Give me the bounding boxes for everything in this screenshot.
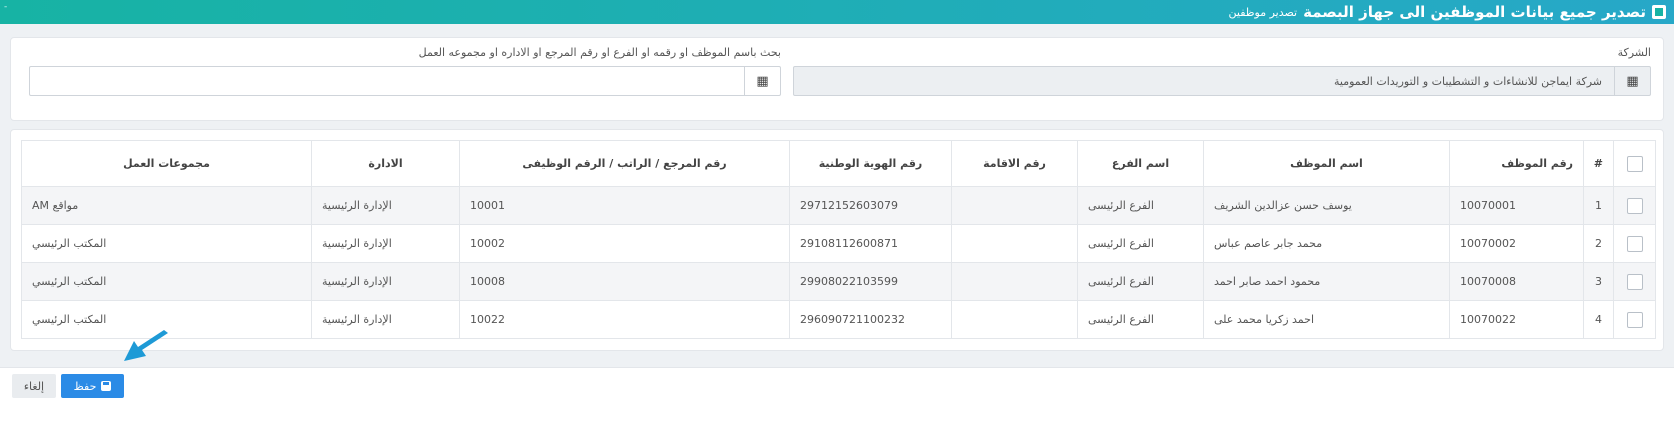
employee-name: محمود احمد صابر احمد (1203, 262, 1450, 301)
branch-name: الفرع الرئيسى (1077, 186, 1204, 225)
residence-number (951, 186, 1078, 225)
employee-id: 10070001 (1449, 186, 1584, 225)
form-footer: حفظ إلغاء (0, 367, 1674, 428)
save-icon (101, 381, 112, 391)
save-button-label: حفظ (73, 379, 97, 393)
document-icon (1652, 5, 1666, 19)
search-field[interactable]: ▦ (29, 66, 781, 96)
row-checkbox[interactable] (1626, 273, 1643, 290)
employee-id: 10070002 (1449, 224, 1584, 263)
department: الإدارة الرئيسية (311, 186, 460, 225)
workgroup: المكتب الرئيسي (21, 262, 312, 301)
row-select-cell[interactable] (1613, 186, 1656, 225)
table-row[interactable]: 1 10070001 يوسف حسن عزالدين الشريف الفرع… (21, 186, 1656, 225)
col-workgroup[interactable]: مجموعات العمل (21, 140, 312, 187)
building-icon: ▦ (1614, 67, 1650, 95)
branch-name: الفرع الرئيسى (1077, 224, 1204, 263)
col-branch[interactable]: اسم الفرع (1077, 140, 1204, 187)
workgroup: المكتب الرئيسي (21, 224, 312, 263)
row-checkbox[interactable] (1626, 235, 1643, 252)
page-title: تصدير جميع بيانات الموظفين الى جهاز البص… (1303, 3, 1646, 21)
residence-number (951, 224, 1078, 263)
col-employee-id[interactable]: رقم الموظف (1449, 140, 1584, 187)
pointer-arrow-icon (124, 330, 168, 361)
table-row[interactable]: 4 10070022 احمد زكريا محمد على الفرع الر… (21, 300, 1656, 339)
row-select-cell[interactable] (1613, 262, 1656, 301)
filters-panel: الشركة ▦ شركة ايماجن للانشاءات و التشطيب… (10, 37, 1664, 121)
cancel-button[interactable]: إلغاء (12, 374, 56, 398)
department: الإدارة الرئيسية (311, 300, 460, 339)
search-input[interactable] (30, 67, 744, 95)
table-header-row: # رقم الموظف اسم الموظف اسم الفرع رقم ال… (21, 140, 1656, 187)
row-number: 2 (1583, 224, 1614, 263)
national-id: 296090721100232 (789, 300, 952, 339)
col-employee-name[interactable]: اسم الموظف (1203, 140, 1450, 187)
national-id: 29712152603079 (789, 186, 952, 225)
row-select-cell[interactable] (1613, 224, 1656, 263)
row-select-cell[interactable] (1613, 300, 1656, 339)
employee-name: يوسف حسن عزالدين الشريف (1203, 186, 1450, 225)
row-number: 4 (1583, 300, 1614, 339)
building-icon: ▦ (744, 67, 780, 95)
workgroup: مواقع AM (21, 186, 312, 225)
reference-number: 10008 (459, 262, 790, 301)
page-breadcrumb: تصدير موظفين (1228, 5, 1298, 19)
search-label: بحث باسم الموظف او رقمه او الفرع او رقم … (418, 46, 781, 59)
table-row[interactable]: 2 10070002 محمد جابر عاصم عباس الفرع الر… (21, 224, 1656, 263)
col-number: # (1583, 140, 1614, 187)
residence-number (951, 300, 1078, 339)
employees-table: # رقم الموظف اسم الموظف اسم الفرع رقم ال… (21, 140, 1656, 339)
header-corner-mark: - (4, 2, 8, 12)
residence-number (951, 262, 1078, 301)
reference-number: 10001 (459, 186, 790, 225)
branch-name: الفرع الرئيسى (1077, 262, 1204, 301)
row-number: 1 (1583, 186, 1614, 225)
col-residence[interactable]: رقم الاقامة (951, 140, 1078, 187)
employee-id: 10070008 (1449, 262, 1584, 301)
col-department[interactable]: الادارة (311, 140, 460, 187)
employee-name: احمد زكريا محمد على (1203, 300, 1450, 339)
select-all-cell[interactable] (1613, 140, 1656, 187)
company-field[interactable]: ▦ شركة ايماجن للانشاءات و التشطيبات و ال… (793, 66, 1651, 96)
employee-id: 10070022 (1449, 300, 1584, 339)
company-label: الشركة (1617, 46, 1651, 59)
cancel-button-label: إلغاء (23, 379, 45, 393)
employees-table-panel: # رقم الموظف اسم الموظف اسم الفرع رقم ال… (10, 129, 1664, 351)
national-id: 29908022103599 (789, 262, 952, 301)
employee-name: محمد جابر عاصم عباس (1203, 224, 1450, 263)
select-all-checkbox[interactable] (1626, 155, 1643, 172)
reference-number: 10002 (459, 224, 790, 263)
reference-number: 10022 (459, 300, 790, 339)
page-header: تصدير جميع بيانات الموظفين الى جهاز البص… (0, 0, 1674, 24)
national-id: 29108112600871 (789, 224, 952, 263)
row-number: 3 (1583, 262, 1614, 301)
col-reference[interactable]: رقم المرجع / الراتب / الرقم الوظيفى (459, 140, 790, 187)
table-row[interactable]: 3 10070008 محمود احمد صابر احمد الفرع ال… (21, 262, 1656, 301)
department: الإدارة الرئيسية (311, 262, 460, 301)
save-button[interactable]: حفظ (61, 374, 124, 398)
branch-name: الفرع الرئيسى (1077, 300, 1204, 339)
col-national-id[interactable]: رقم الهوية الوطنية (789, 140, 952, 187)
row-checkbox[interactable] (1626, 197, 1643, 214)
company-value: شركة ايماجن للانشاءات و التشطيبات و التو… (1334, 74, 1602, 88)
department: الإدارة الرئيسية (311, 224, 460, 263)
row-checkbox[interactable] (1626, 311, 1643, 328)
